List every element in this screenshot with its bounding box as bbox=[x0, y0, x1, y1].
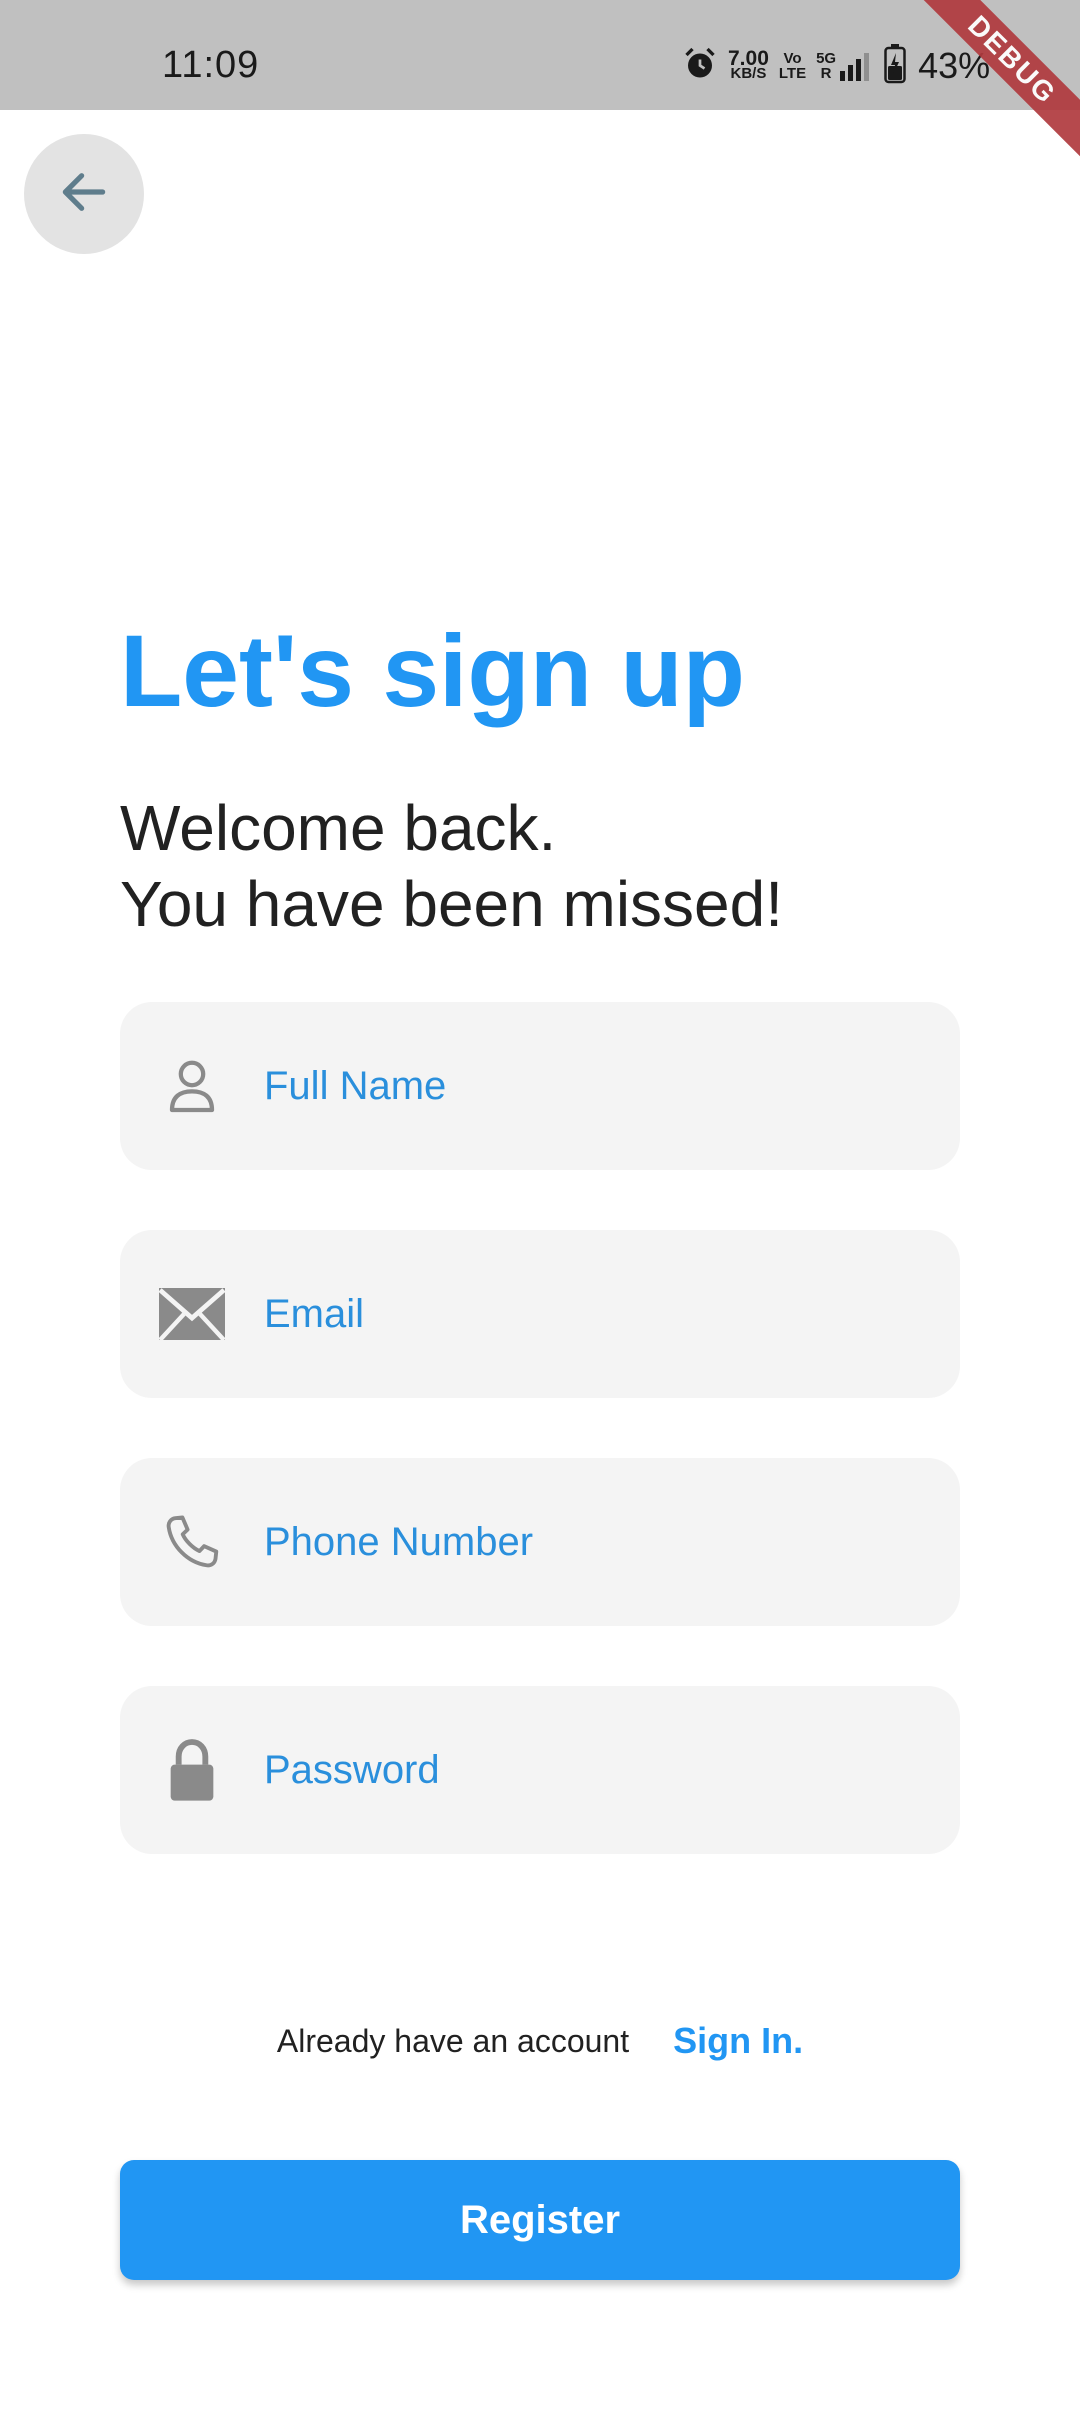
password-field bbox=[120, 1686, 960, 1854]
volte-bottom: LTE bbox=[778, 65, 807, 82]
signin-row: Already have an account Sign In. bbox=[0, 2020, 1080, 2062]
phone-icon bbox=[156, 1506, 228, 1578]
arrow-left-icon bbox=[56, 164, 112, 225]
signal-icon bbox=[840, 53, 870, 81]
email-field bbox=[120, 1230, 960, 1398]
status-bar: 11:09 7.00 KB/S Vo LTE 5G R 43% bbox=[0, 0, 1080, 110]
phone-field bbox=[120, 1458, 960, 1626]
status-icons: 7.00 KB/S Vo LTE 5G R 43% bbox=[682, 43, 990, 89]
alarm-icon bbox=[682, 46, 718, 87]
phone-input[interactable] bbox=[264, 1458, 924, 1626]
network-speed-value: 7.00 bbox=[728, 47, 769, 70]
signup-screen: 11:09 7.00 KB/S Vo LTE 5G R 43% DEBUG Le… bbox=[0, 0, 1080, 2412]
subtitle: Welcome back. You have been missed! bbox=[120, 790, 783, 942]
lock-icon bbox=[156, 1734, 228, 1806]
network-type-icon: 5G R bbox=[816, 51, 874, 81]
mail-icon bbox=[156, 1278, 228, 1350]
signin-link[interactable]: Sign In. bbox=[673, 2020, 803, 2062]
subtitle-line1: Welcome back. bbox=[120, 792, 557, 864]
status-time: 11:09 bbox=[162, 44, 260, 86]
full-name-field bbox=[120, 1002, 960, 1170]
person-icon bbox=[156, 1050, 228, 1122]
volte-top: Vo bbox=[783, 50, 802, 67]
email-input[interactable] bbox=[264, 1230, 924, 1398]
page-title: Let's sign up bbox=[120, 614, 745, 728]
signin-prompt: Already have an account bbox=[276, 2022, 630, 2059]
network-speed-unit: KB/S bbox=[730, 65, 767, 82]
password-input[interactable] bbox=[264, 1686, 924, 1854]
network-sub: R bbox=[820, 65, 832, 82]
full-name-input[interactable] bbox=[264, 1002, 924, 1170]
network-type: 5G bbox=[816, 50, 837, 67]
subtitle-line2: You have been missed! bbox=[120, 868, 783, 940]
battery-icon bbox=[884, 43, 906, 89]
register-button[interactable]: Register bbox=[120, 2160, 960, 2280]
volte-icon: Vo LTE bbox=[779, 51, 806, 81]
back-button[interactable] bbox=[24, 134, 144, 254]
network-speed: 7.00 KB/S bbox=[728, 47, 769, 82]
